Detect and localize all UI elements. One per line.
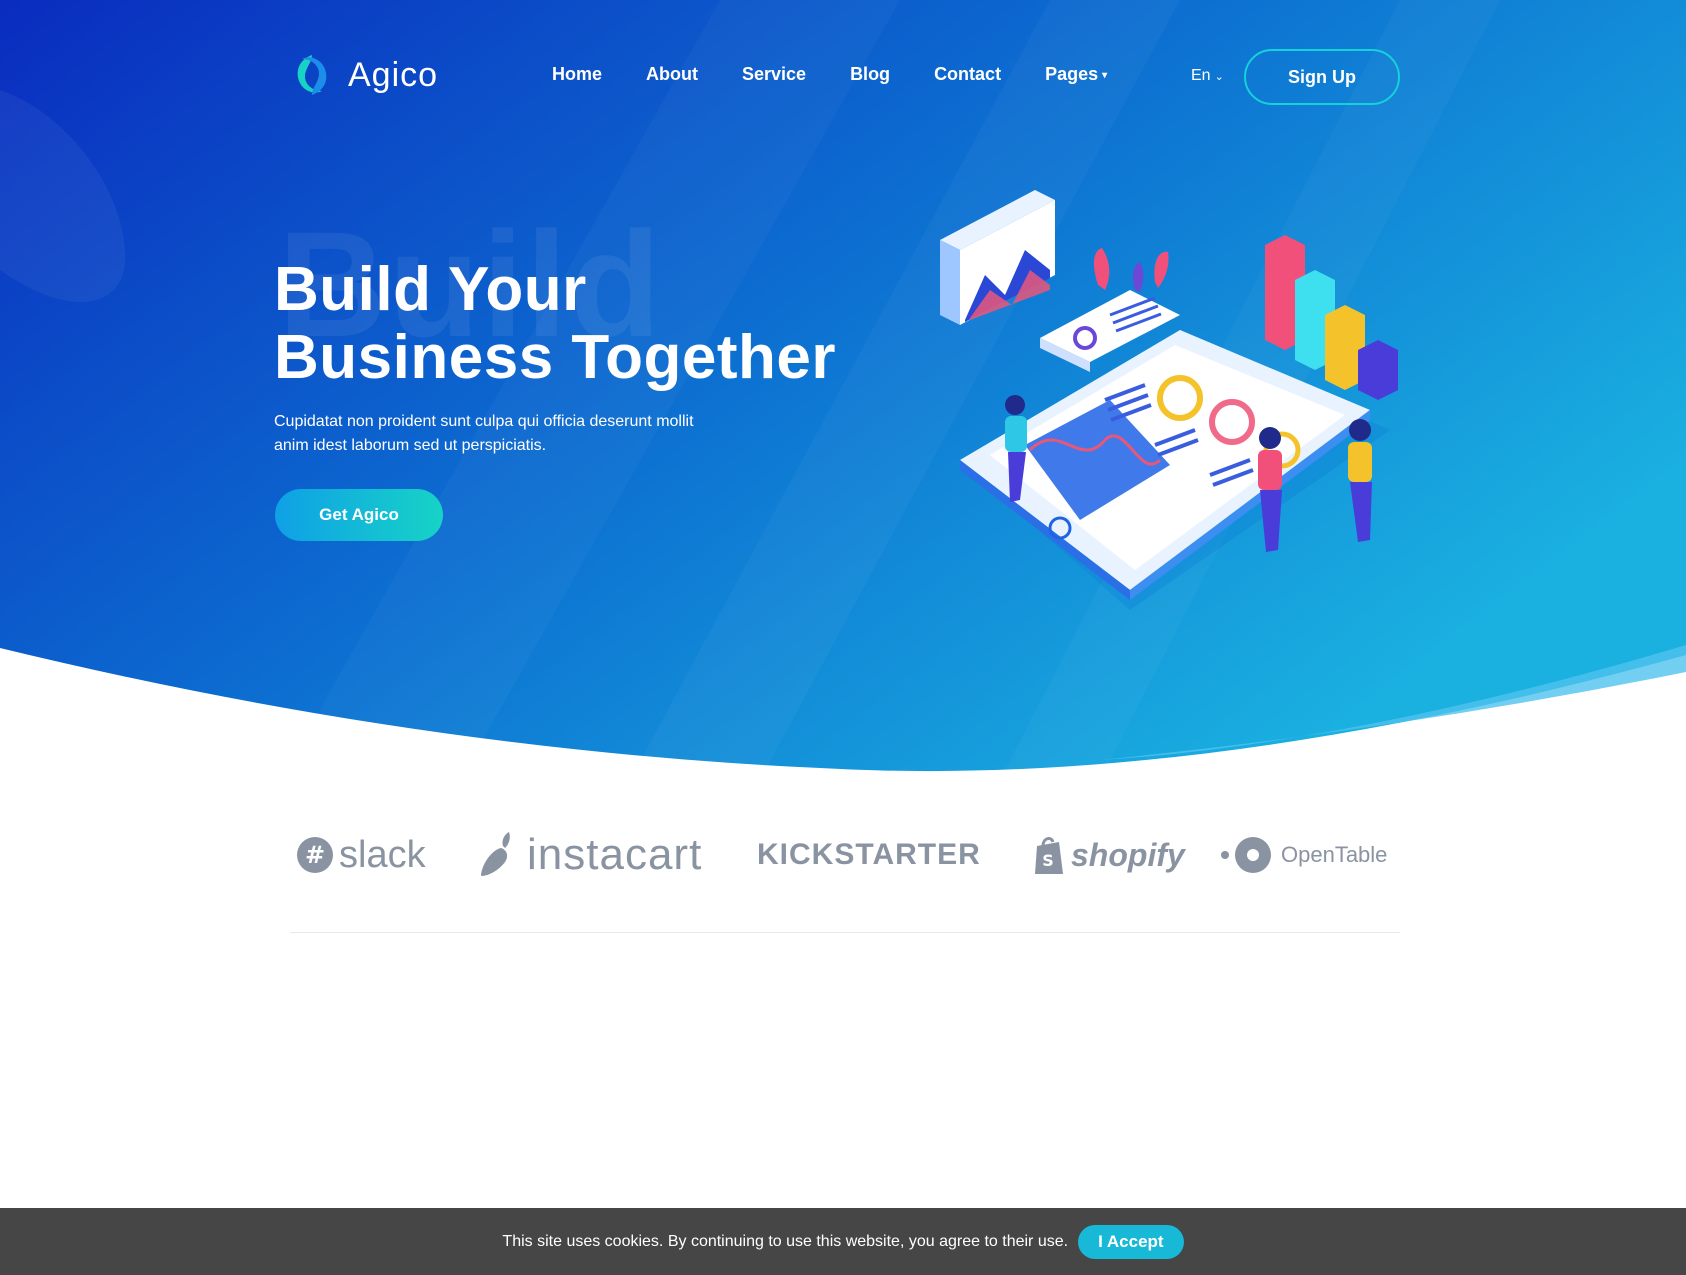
partner-logos: # slack instacart KICKSTARTER S shopify [290,820,1400,890]
partner-shopify-name: shopify [1071,836,1185,873]
partner-shopify: S shopify [1033,820,1185,890]
carrot-logo-icon [481,832,510,876]
partner-instacart: instacart [475,820,702,890]
partner-slack-name: slack [339,833,426,876]
nav-blog[interactable]: Blog [850,64,890,85]
landing-page: Agico Home About Service Blog Contact Pa… [0,0,1686,1275]
hero-section: Agico Home About Service Blog Contact Pa… [0,0,1686,780]
partner-opentable: OpenTable [1219,820,1387,890]
section-divider [290,932,1400,933]
partner-instacart-name: instacart [527,830,703,879]
shopify-bag-icon: S [1035,837,1063,874]
sign-up-button[interactable]: Sign Up [1244,49,1400,105]
partner-slack: # slack [295,820,426,890]
hero-subtitle: Cupidatat non proident sunt culpa qui of… [274,410,734,458]
partner-kickstarter: KICKSTARTER [757,820,981,890]
isometric-dashboard-illustration [940,190,1398,610]
nav-contact[interactable]: Contact [934,64,1001,85]
nav-pages-dropdown[interactable]: Pages ▾ [1045,64,1107,85]
caret-down-icon: ▾ [1102,69,1108,81]
svg-text:S: S [1042,851,1054,870]
logo-text: Agico [348,55,439,94]
hero-title-line-1: Build Your [274,255,587,324]
language-selector[interactable]: En ⌄ [1191,67,1224,85]
opentable-dot-icon [1221,837,1271,873]
chevron-down-icon: ⌄ [1214,70,1224,83]
main-menu: Home About Service Blog Contact Pages ▾ [552,64,1151,85]
accept-cookies-button[interactable]: I Accept [1078,1224,1184,1259]
language-label: En [1191,67,1211,84]
partner-opentable-name: OpenTable [1281,842,1388,867]
svg-text:#: # [305,841,325,869]
agico-logo-icon [297,55,327,95]
hero-title: Build Your Business Together [274,256,836,392]
top-navbar: Agico Home About Service Blog Contact Pa… [0,0,1686,150]
slack-logo-icon: # [297,837,333,873]
nav-service[interactable]: Service [742,64,806,85]
nav-about[interactable]: About [646,64,698,85]
cookie-message: This site uses cookies. By continuing to… [502,1232,1069,1250]
nav-pages-label: Pages [1045,64,1099,84]
get-agico-button[interactable]: Get Agico [275,489,443,541]
hero-title-line-2: Business Together [274,323,837,392]
hero-subtitle-line-1: Cupidatat non proident sunt culpa qui of… [274,413,694,430]
hero-subtitle-line-2: anim idest laborum sed ut perspiciatis. [274,437,547,454]
brand-logo[interactable]: Agico [288,51,438,99]
nav-home[interactable]: Home [552,64,602,85]
cookie-consent-bar: This site uses cookies. By continuing to… [0,1208,1686,1275]
partner-kickstarter-name: KICKSTARTER [757,838,981,871]
